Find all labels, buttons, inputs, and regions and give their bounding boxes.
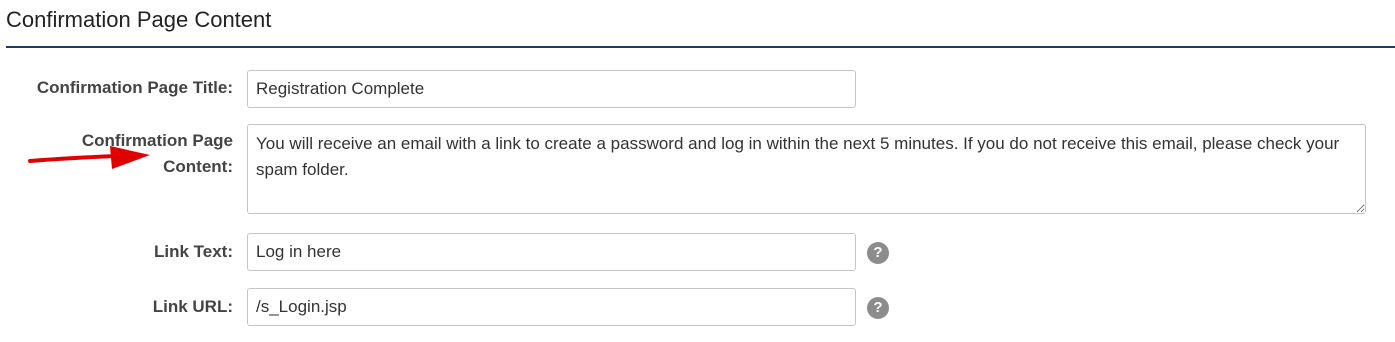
section-title: Confirmation Page Content xyxy=(6,7,272,32)
link-text-label: Link Text: xyxy=(153,242,233,261)
question-circle-icon[interactable]: ? xyxy=(867,297,889,319)
link-url-input[interactable] xyxy=(247,288,856,326)
question-circle-icon[interactable]: ? xyxy=(867,242,889,264)
section-divider xyxy=(6,46,1395,48)
confirmation-title-label: Confirmation Page Title: xyxy=(36,78,233,97)
confirmation-title-input[interactable] xyxy=(247,70,856,108)
red-arrow-icon xyxy=(28,146,150,169)
link-text-input[interactable] xyxy=(247,233,856,271)
confirmation-content-textarea[interactable]: You will receive an email with a link to… xyxy=(247,124,1366,214)
link-url-label: Link URL: xyxy=(152,297,233,316)
